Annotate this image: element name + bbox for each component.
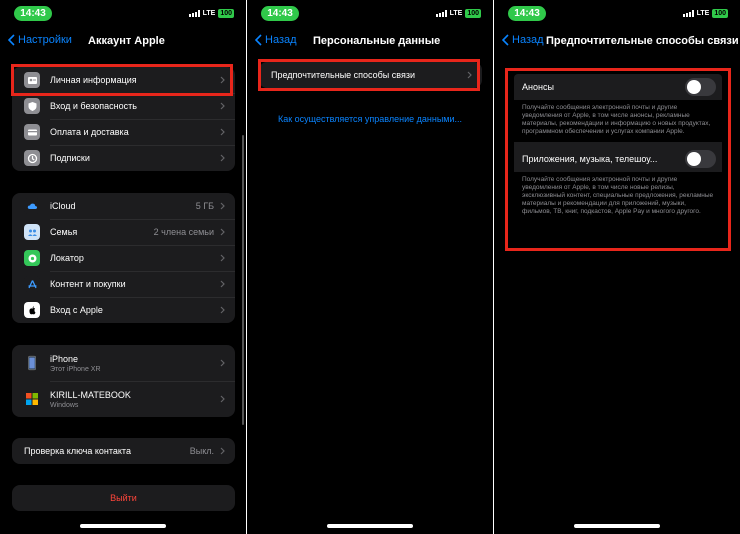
chevron-right-icon bbox=[220, 228, 225, 236]
network-label: LTE bbox=[202, 10, 216, 17]
chevron-right-icon bbox=[220, 202, 225, 210]
apple-icon bbox=[24, 302, 40, 318]
screen-apple-account: 14:43 LTE 100 Настройки Аккаунт Apple Ли… bbox=[0, 0, 246, 534]
services-group: iCloud 5 ГБ Семья 2 члена семьи Локатор … bbox=[12, 193, 235, 323]
row-subscriptions[interactable]: Подписки bbox=[12, 145, 235, 171]
chevron-right-icon bbox=[220, 359, 225, 367]
home-indicator bbox=[574, 524, 660, 528]
signal-icon bbox=[435, 10, 447, 17]
row-label: iCloud bbox=[50, 201, 76, 211]
back-button[interactable]: Назад bbox=[502, 34, 544, 46]
device-subtitle: Windows bbox=[50, 401, 79, 409]
find-my-icon bbox=[24, 250, 40, 266]
contact-key-group: Проверка ключа контакта Выкл. bbox=[12, 438, 235, 464]
row-device-iphone[interactable]: iPhone Этот iPhone XR bbox=[12, 345, 235, 381]
signal-icon bbox=[682, 10, 694, 17]
home-indicator bbox=[80, 524, 166, 528]
windows-icon bbox=[24, 389, 40, 409]
row-label: Оплата и доставка bbox=[50, 127, 129, 137]
back-button[interactable]: Назад bbox=[255, 34, 297, 46]
device-text: KIRILL-MATEBOOK Windows bbox=[50, 390, 220, 409]
devices-group: iPhone Этот iPhone XR KIRILL-MATEBOOK Wi… bbox=[12, 345, 235, 417]
row-label: Вход с Apple bbox=[50, 305, 103, 315]
data-management-link[interactable]: Как осуществляется управление данными... bbox=[247, 114, 493, 124]
row-signin-security[interactable]: Вход и безопасность bbox=[12, 93, 235, 119]
status-bar: 14:43 LTE 100 bbox=[0, 6, 246, 22]
device-subtitle: Этот iPhone XR bbox=[50, 365, 101, 373]
chevron-left-icon bbox=[8, 34, 15, 46]
row-label: Локатор bbox=[50, 253, 84, 263]
device-text: iPhone Этот iPhone XR bbox=[50, 354, 220, 373]
row-value: Выкл. bbox=[189, 446, 214, 456]
back-button[interactable]: Настройки bbox=[8, 34, 72, 46]
row-label: Подписки bbox=[50, 153, 90, 163]
row-find-my[interactable]: Локатор bbox=[12, 245, 235, 271]
back-label: Назад bbox=[265, 34, 297, 46]
device-name: KIRILL-MATEBOOK bbox=[50, 389, 131, 400]
shield-icon bbox=[24, 98, 40, 114]
page-title: Персональные данные bbox=[313, 35, 441, 47]
cloud-icon bbox=[24, 198, 40, 214]
status-indicators: LTE 100 bbox=[435, 9, 481, 18]
row-icloud[interactable]: iCloud 5 ГБ bbox=[12, 193, 235, 219]
iphone-icon bbox=[24, 353, 40, 373]
chevron-right-icon bbox=[220, 395, 225, 403]
home-indicator bbox=[327, 524, 413, 528]
signal-icon bbox=[188, 10, 200, 17]
row-family[interactable]: Семья 2 члена семьи bbox=[12, 219, 235, 245]
page-title: Предпочтительные способы связи bbox=[546, 35, 739, 47]
chevron-right-icon bbox=[220, 280, 225, 288]
chevron-left-icon bbox=[502, 34, 509, 46]
row-value: 2 члена семьи bbox=[153, 227, 214, 237]
credit-card-icon bbox=[24, 124, 40, 140]
back-label: Настройки bbox=[18, 34, 72, 46]
family-icon bbox=[24, 224, 40, 240]
nav-bar: Назад Предпочтительные способы связи bbox=[494, 32, 740, 52]
chevron-right-icon bbox=[220, 128, 225, 136]
highlight-frame bbox=[505, 68, 731, 251]
nav-bar: Настройки Аккаунт Apple bbox=[0, 32, 246, 52]
status-time: 14:43 bbox=[508, 6, 546, 21]
chevron-left-icon bbox=[255, 34, 262, 46]
status-indicators: LTE 100 bbox=[188, 9, 234, 18]
row-payment-shipping[interactable]: Оплата и доставка bbox=[12, 119, 235, 145]
network-label: LTE bbox=[696, 10, 710, 17]
network-label: LTE bbox=[449, 10, 463, 17]
subscriptions-icon bbox=[24, 150, 40, 166]
battery-icon: 100 bbox=[465, 9, 481, 18]
scrollbar[interactable] bbox=[242, 135, 244, 425]
row-label: Проверка ключа контакта bbox=[24, 446, 131, 456]
status-time: 14:43 bbox=[14, 6, 52, 21]
chevron-right-icon bbox=[220, 102, 225, 110]
chevron-right-icon bbox=[220, 154, 225, 162]
back-label: Назад bbox=[512, 34, 544, 46]
row-label: Контент и покупки bbox=[50, 279, 126, 289]
row-media-purchases[interactable]: Контент и покупки bbox=[12, 271, 235, 297]
highlight-frame bbox=[11, 64, 233, 96]
status-bar: 14:43 LTE 100 bbox=[247, 6, 493, 22]
app-store-icon bbox=[24, 276, 40, 292]
battery-icon: 100 bbox=[712, 9, 728, 18]
highlight-frame bbox=[258, 59, 480, 91]
chevron-right-icon bbox=[220, 254, 225, 262]
row-sign-in-with-apple[interactable]: Вход с Apple bbox=[12, 297, 235, 323]
page-title: Аккаунт Apple bbox=[88, 35, 165, 47]
status-bar: 14:43 LTE 100 bbox=[494, 6, 740, 22]
row-label: Семья bbox=[50, 227, 78, 237]
chevron-right-icon bbox=[220, 447, 225, 455]
nav-bar: Назад Персональные данные bbox=[247, 32, 493, 52]
device-name: iPhone bbox=[50, 353, 79, 364]
sign-out-button[interactable]: Выйти bbox=[12, 485, 235, 511]
battery-icon: 100 bbox=[218, 9, 234, 18]
screen-personal-data: 14:43 LTE 100 Назад Персональные данные … bbox=[247, 0, 493, 534]
row-device-matebook[interactable]: KIRILL-MATEBOOK Windows bbox=[12, 381, 235, 417]
status-indicators: LTE 100 bbox=[682, 9, 728, 18]
status-time: 14:43 bbox=[261, 6, 299, 21]
row-value: 5 ГБ bbox=[195, 201, 214, 211]
chevron-right-icon bbox=[220, 306, 225, 314]
row-contact-key[interactable]: Проверка ключа контакта Выкл. bbox=[12, 438, 235, 464]
row-label: Вход и безопасность bbox=[50, 101, 137, 111]
